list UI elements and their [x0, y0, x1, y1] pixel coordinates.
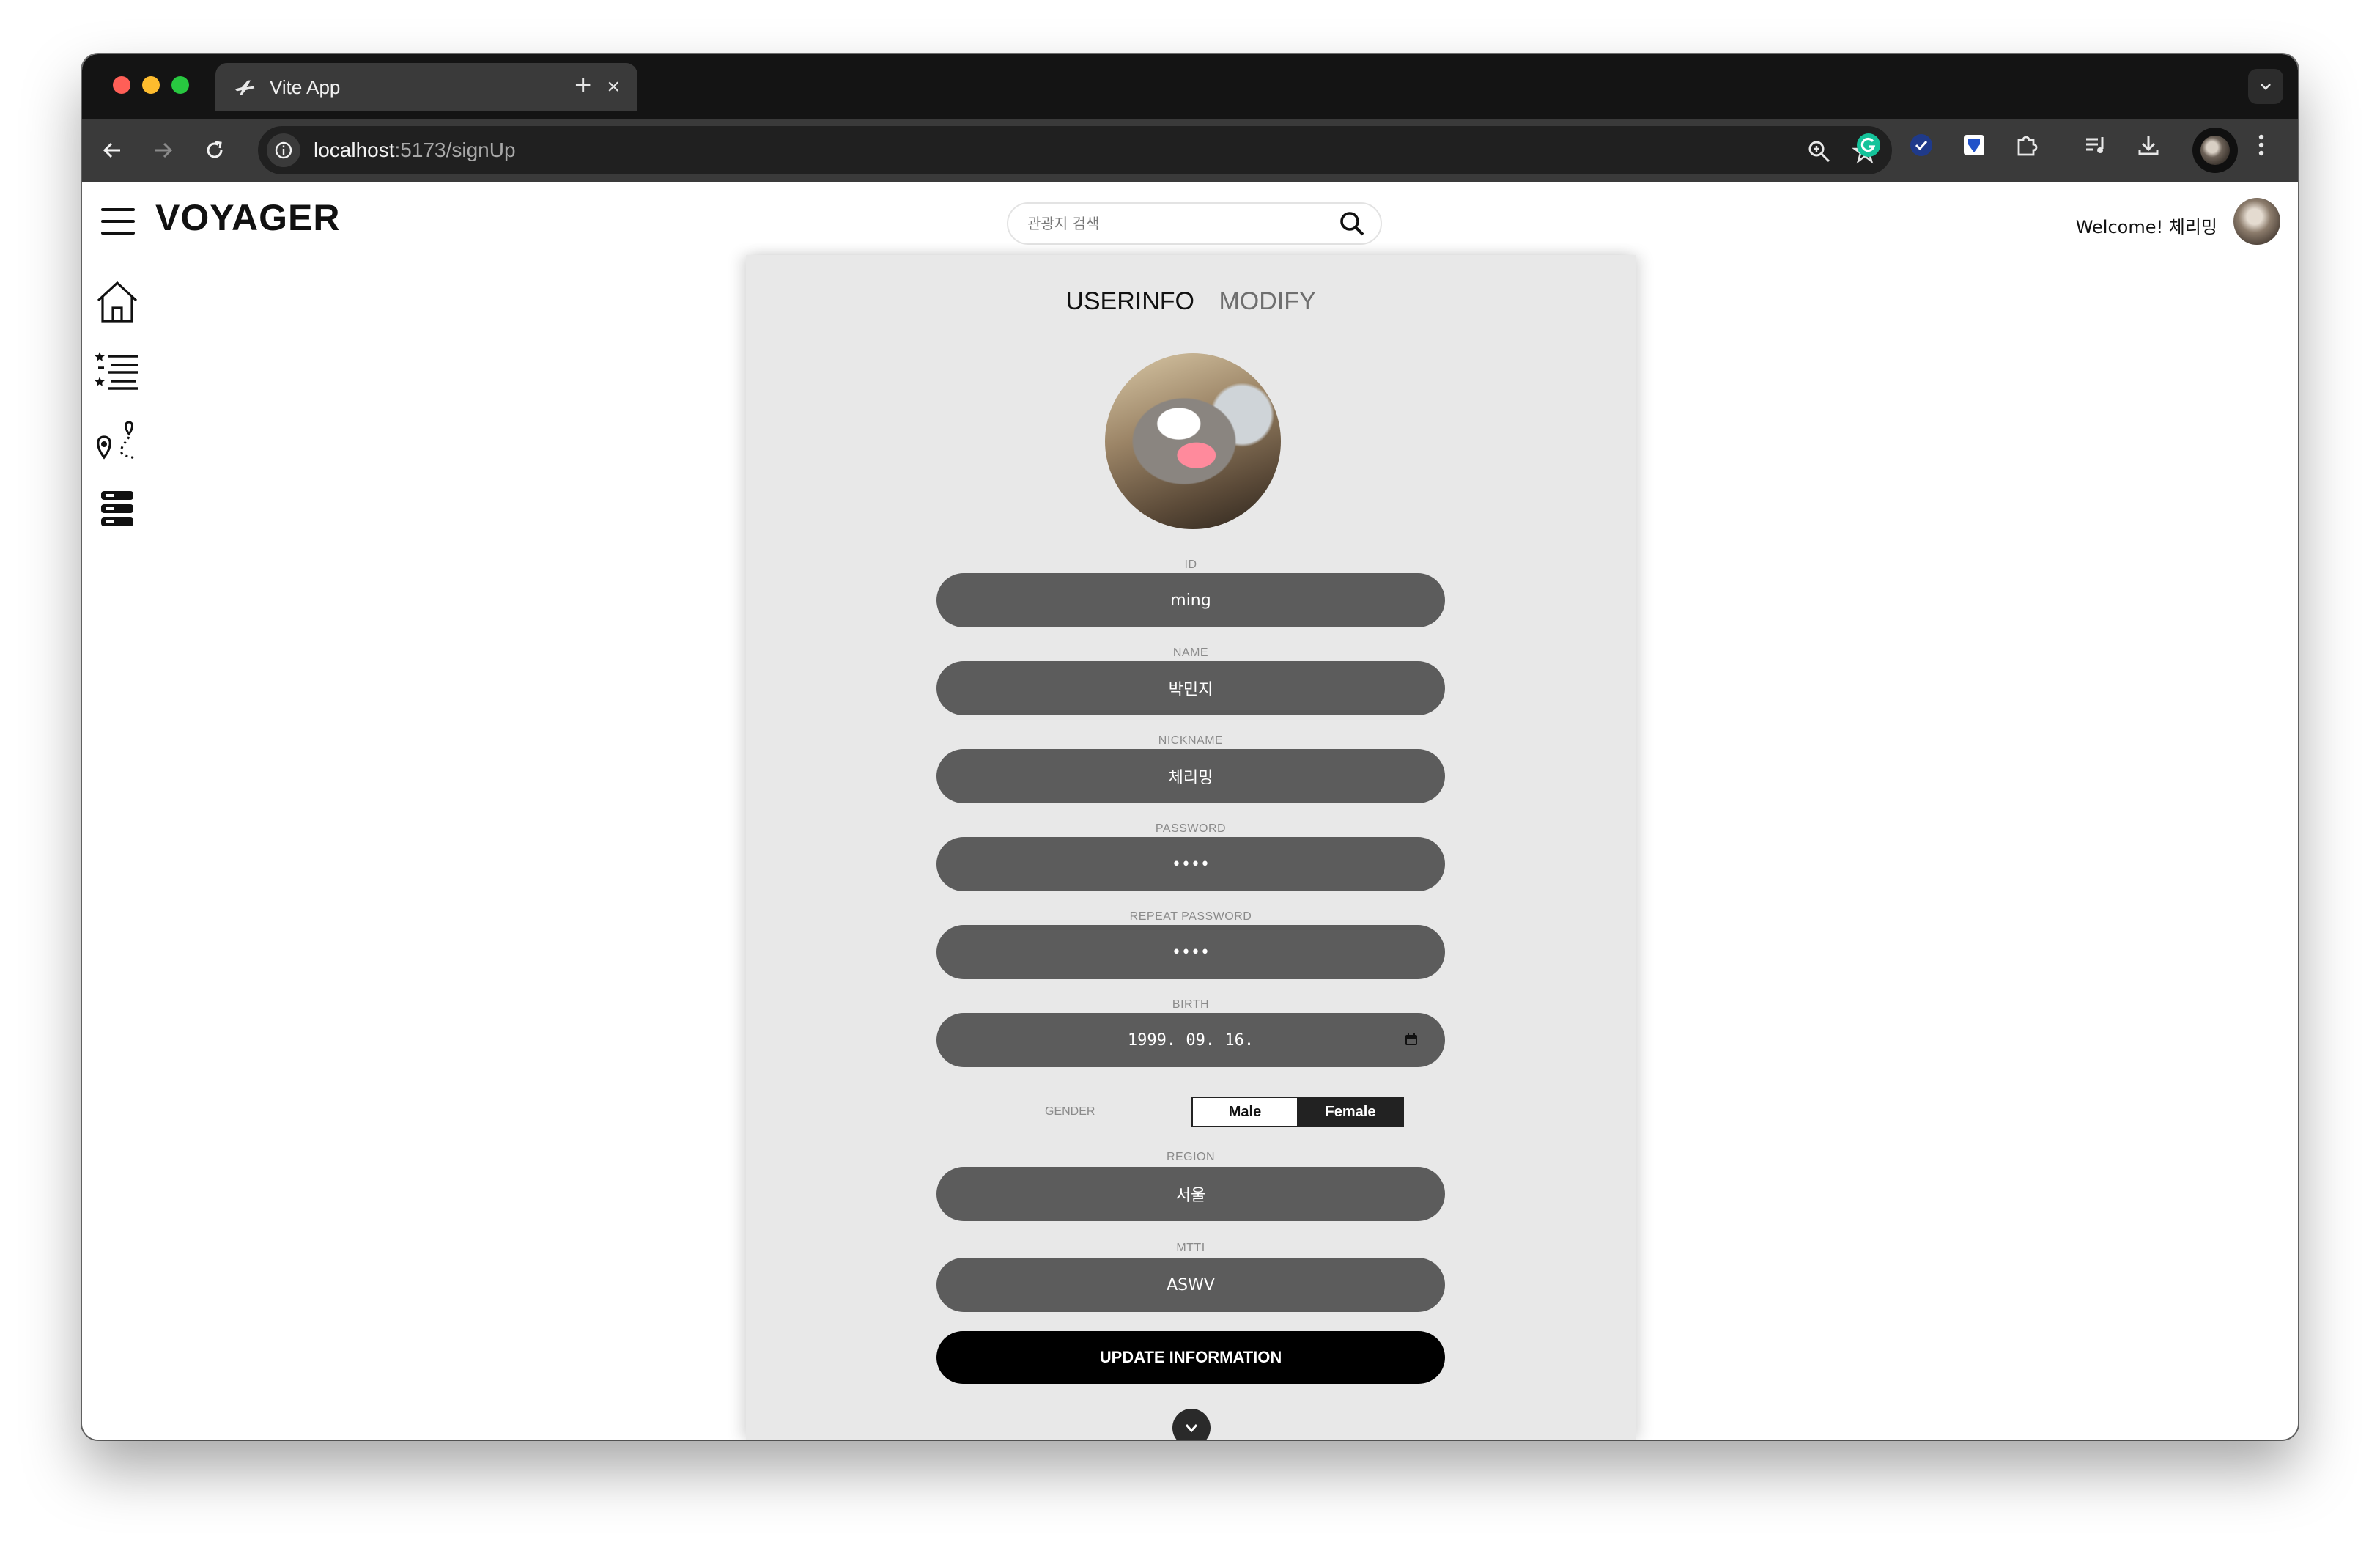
reload-icon: [207, 141, 223, 158]
search-box: [1007, 202, 1382, 245]
nickname-field[interactable]: 체리밍: [936, 749, 1445, 803]
puzzle-extensions-icon[interactable]: [2014, 132, 2040, 158]
download-icon[interactable]: [2135, 132, 2162, 158]
calendar-icon[interactable]: [1404, 1032, 1419, 1047]
arrow-left-icon: [103, 142, 120, 158]
region-label: REGION: [1166, 1151, 1216, 1163]
sidebar-item-home[interactable]: [92, 277, 142, 327]
gender-selector: GENDER Male Female: [746, 1096, 1636, 1129]
media-queue-icon[interactable]: [2082, 132, 2109, 158]
tab-search-button[interactable]: [2248, 69, 2283, 104]
new-tab-button[interactable]: +: [574, 70, 591, 100]
page-content: VOYAGER Welcome! 체리밍: [82, 182, 2298, 1440]
checkmark-extension-icon[interactable]: [1908, 132, 1934, 158]
repeat-password-field[interactable]: ••••: [936, 925, 1445, 979]
name-field[interactable]: 박민지: [936, 661, 1445, 715]
sidebar-item-ranking[interactable]: [92, 346, 142, 396]
mtti-field[interactable]: ASWV: [936, 1258, 1445, 1312]
birth-label: BIRTH: [1172, 998, 1210, 1011]
forward-button[interactable]: [147, 133, 180, 167]
url-host: localhost: [314, 139, 395, 161]
sidebar-item-boards[interactable]: [92, 484, 142, 534]
chevron-down-icon: [2261, 84, 2271, 90]
password-field[interactable]: ••••: [936, 837, 1445, 891]
panel-tabs: USERINFO MODIFY: [746, 287, 1636, 316]
maximize-window-button[interactable]: [171, 76, 189, 94]
more-menu-icon[interactable]: [2248, 132, 2274, 158]
gender-male-option[interactable]: Male: [1191, 1096, 1298, 1127]
name-label: NAME: [1172, 646, 1209, 659]
welcome-text: Welcome! 체리밍: [2075, 217, 2217, 237]
avatar[interactable]: [2233, 198, 2280, 245]
site-logo[interactable]: VOYAGER: [155, 196, 340, 239]
scroll-down-button[interactable]: [1172, 1409, 1211, 1440]
user-info-panel: USERINFO MODIFY ID ming NAME 박민지 NICKNAM…: [746, 255, 1636, 1440]
address-bar[interactable]: localhost :5173/signUp: [258, 126, 1892, 174]
reload-button[interactable]: [198, 133, 232, 167]
tab-userinfo[interactable]: USERINFO: [1065, 287, 1194, 316]
url-path: :5173/signUp: [394, 139, 516, 161]
zoom-icon[interactable]: [1807, 139, 1832, 164]
minimize-window-button[interactable]: [142, 76, 160, 94]
tab-title: Vite App: [270, 75, 341, 98]
birth-date-value: 1999. 09. 16.: [1127, 1031, 1254, 1050]
birth-date-field[interactable]: 1999. 09. 16.: [936, 1013, 1445, 1067]
ranked-list-icon: [95, 352, 138, 390]
site-info-icon[interactable]: [267, 133, 300, 167]
server-stack-icon: [101, 491, 133, 526]
sidebar-item-route[interactable]: [92, 415, 142, 465]
region-select[interactable]: 서울: [936, 1167, 1445, 1221]
tab-strip: Vite App × +: [82, 54, 2298, 119]
nickname-label: NICKNAME: [1158, 734, 1224, 747]
grammarly-extension-icon[interactable]: [1855, 132, 1882, 158]
site-header: VOYAGER Welcome! 체리밍: [82, 182, 2298, 262]
browser-window: Vite App × + localhost:5173/signUp VOYA…: [82, 54, 2298, 1440]
gender-label: GENDER: [1045, 1105, 1095, 1118]
search-input[interactable]: [1027, 215, 1338, 232]
download-arrow-extension-icon[interactable]: [1961, 132, 1987, 158]
home-icon: [97, 281, 138, 322]
airplane-icon: [234, 80, 255, 95]
tab-close-icon[interactable]: ×: [607, 76, 620, 98]
mtti-label: MTTI: [1176, 1242, 1205, 1254]
gender-female-option[interactable]: Female: [1297, 1096, 1404, 1127]
route-map-icon: [97, 421, 136, 460]
tab-modify[interactable]: MODIFY: [1219, 287, 1315, 316]
profile-photo[interactable]: [1105, 353, 1281, 529]
profile-avatar-button[interactable]: [2192, 128, 2238, 173]
avatar: [2200, 136, 2230, 165]
update-information-button[interactable]: UPDATE INFORMATION: [936, 1331, 1445, 1384]
hamburger-menu-icon[interactable]: [101, 208, 135, 235]
back-button[interactable]: [95, 133, 129, 167]
id-field[interactable]: ming: [936, 573, 1445, 627]
close-window-button[interactable]: [113, 76, 130, 94]
search-icon[interactable]: [1338, 210, 1366, 237]
arrow-right-icon: [155, 142, 173, 158]
chevron-down-icon: [1185, 1424, 1198, 1433]
browser-toolbar: localhost :5173/signUp: [82, 119, 2298, 182]
password-label: PASSWORD: [1155, 822, 1227, 835]
repeat-password-label: REPEAT PASSWORD: [1129, 910, 1252, 923]
id-label: ID: [1184, 559, 1197, 571]
